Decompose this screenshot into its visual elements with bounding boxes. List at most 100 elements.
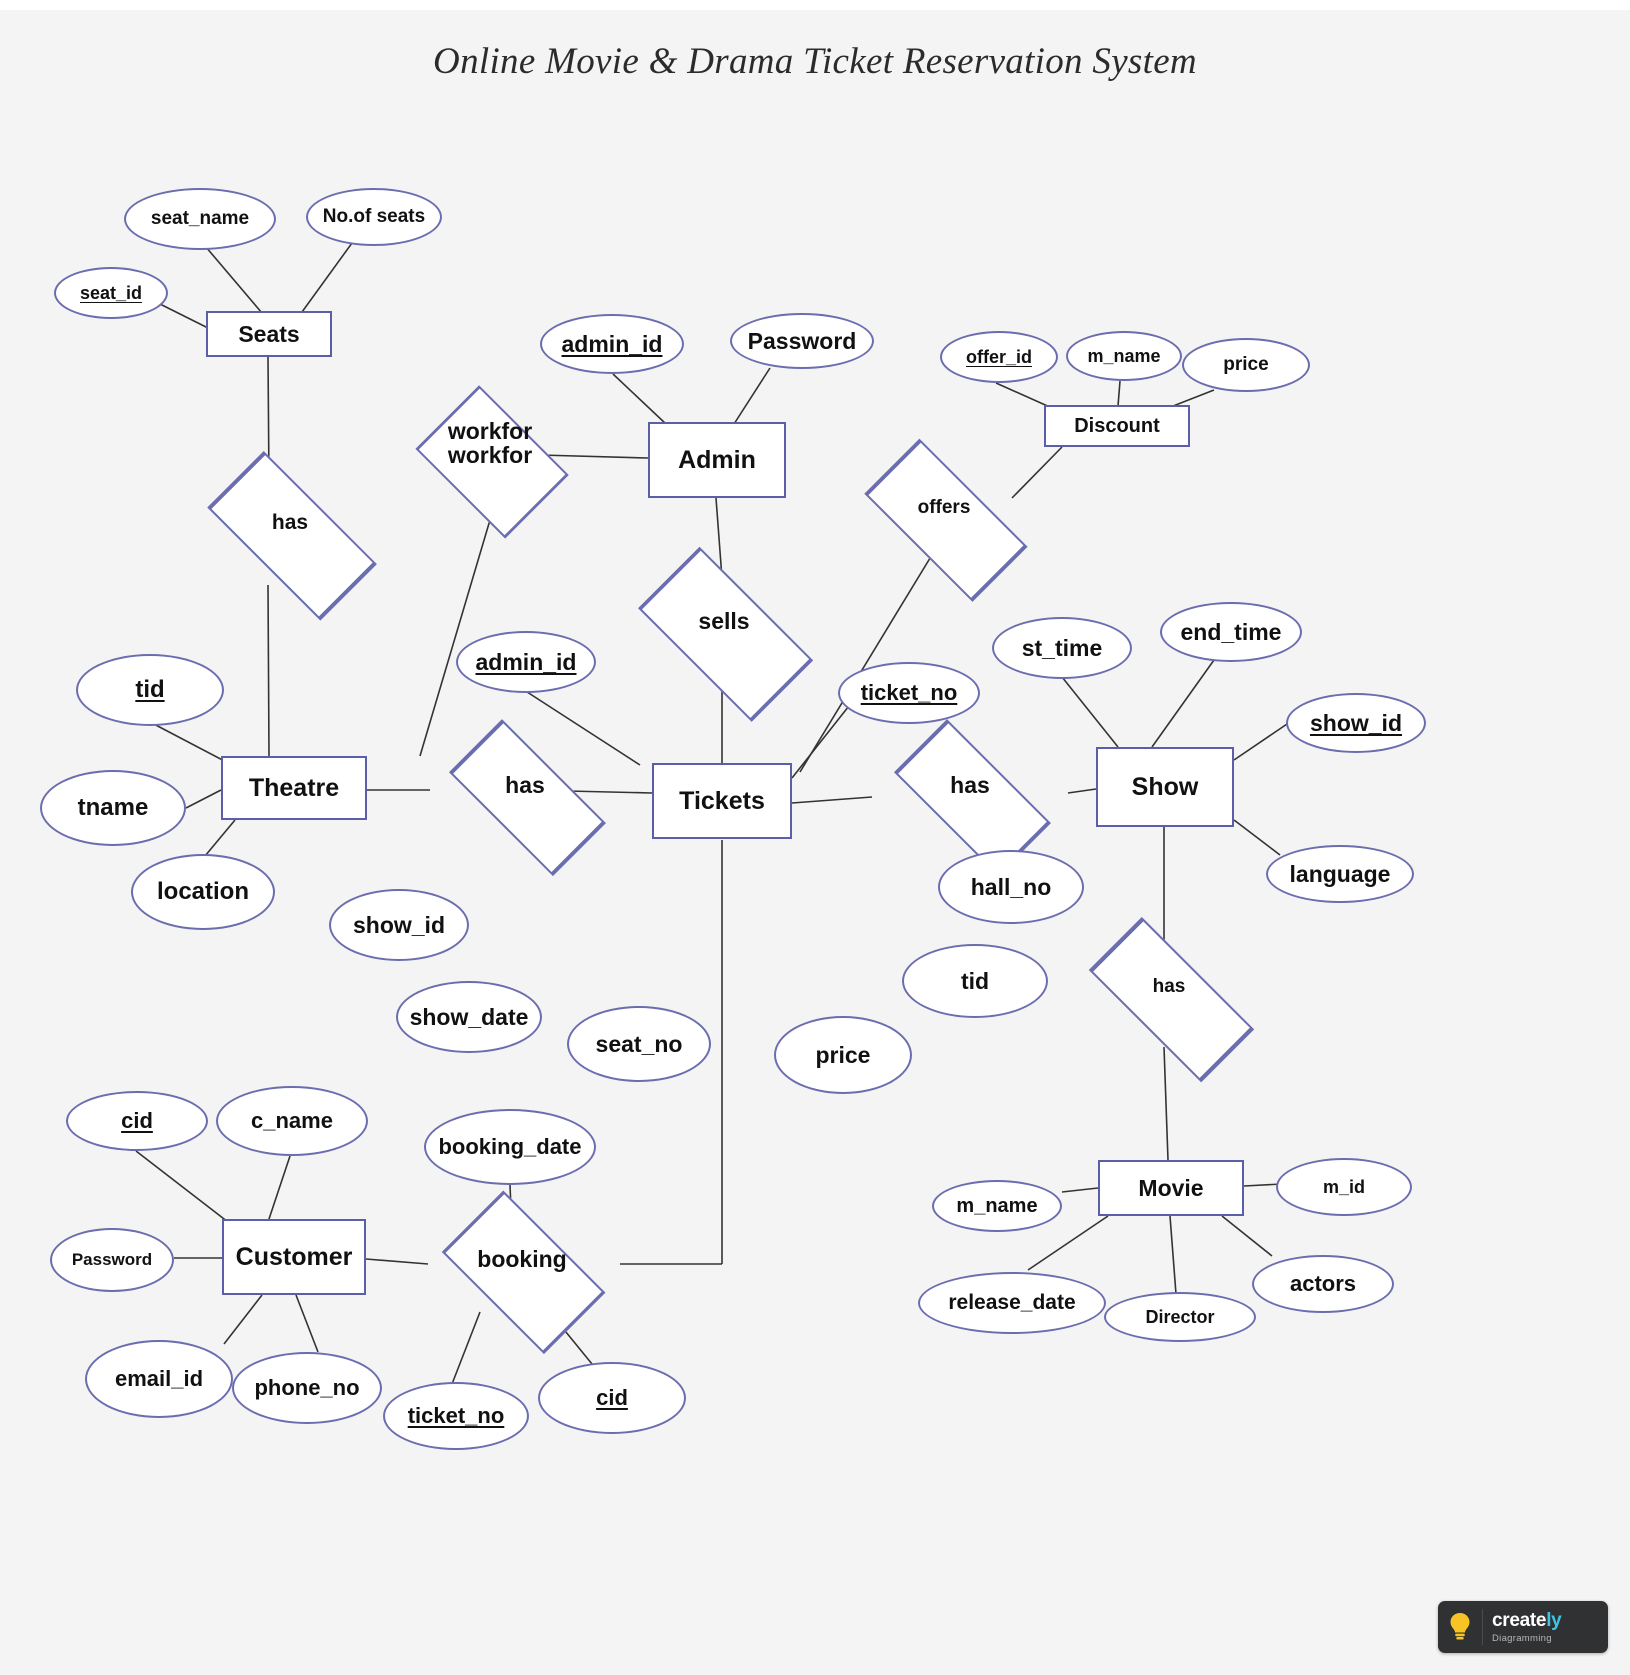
attribute-label: m_name — [956, 1194, 1038, 1217]
connector-line — [612, 373, 667, 425]
connector-line — [185, 789, 222, 809]
relationship-label: has — [950, 771, 990, 798]
attribute-cid_cust[interactable]: cid — [66, 1091, 208, 1151]
entity-theatre[interactable]: Theatre — [221, 756, 367, 820]
attribute-label: show_id — [1309, 709, 1402, 736]
attribute-ticket_no_tkt[interactable]: ticket_no — [838, 662, 980, 724]
attribute-seat_id[interactable]: seat_id — [54, 267, 168, 319]
connector-line — [1169, 1215, 1177, 1295]
attribute-hall_no[interactable]: hall_no — [938, 850, 1084, 924]
attribute-label: price — [1223, 354, 1269, 376]
relationship-has_theatre_tickets[interactable]: has — [427, 718, 623, 876]
attribute-email_id[interactable]: email_id — [85, 1340, 233, 1418]
attribute-label: price — [815, 1041, 871, 1068]
attribute-language[interactable]: language — [1266, 845, 1414, 903]
watermark-brand: creately — [1492, 1610, 1562, 1631]
attribute-show_id_tkt[interactable]: show_id — [329, 889, 469, 961]
relationship-label: has — [505, 771, 545, 798]
attribute-tname[interactable]: tname — [40, 770, 186, 846]
attribute-phone_no[interactable]: phone_no — [232, 1352, 382, 1424]
attribute-c_name[interactable]: c_name — [216, 1086, 368, 1156]
attribute-label: hall_no — [970, 873, 1052, 900]
attribute-m_name_movie[interactable]: m_name — [932, 1180, 1062, 1232]
attribute-actors[interactable]: actors — [1252, 1255, 1394, 1313]
entity-label: Admin — [678, 445, 756, 474]
attribute-label: ticket_no — [860, 680, 958, 706]
entity-movie[interactable]: Movie — [1098, 1160, 1244, 1216]
attribute-label: booking_date — [438, 1134, 582, 1160]
connector-line — [135, 1150, 229, 1223]
attribute-label: location — [156, 878, 249, 906]
creately-watermark[interactable]: creately Diagramming — [1438, 1601, 1608, 1653]
entity-label: Tickets — [679, 786, 765, 815]
relationship-label: has — [271, 511, 309, 534]
attribute-password_adm[interactable]: Password — [730, 313, 874, 369]
connector-layer — [135, 239, 1291, 1385]
attribute-label: st_time — [1021, 634, 1103, 661]
attribute-no_of_seats[interactable]: No.of seats — [306, 188, 442, 246]
entity-tickets[interactable]: Tickets — [652, 763, 792, 839]
entity-label: Show — [1131, 772, 1199, 801]
relationship-has_seats_theatre[interactable]: has — [182, 450, 398, 622]
attribute-password_cust[interactable]: Password — [50, 1228, 174, 1292]
connector-line — [223, 1294, 263, 1345]
connector-line — [365, 1258, 429, 1265]
attribute-offer_id[interactable]: offer_id — [940, 331, 1058, 383]
connector-line — [1221, 1215, 1273, 1257]
attribute-end_time[interactable]: end_time — [1160, 602, 1302, 662]
attribute-director[interactable]: Director — [1104, 1292, 1256, 1342]
attribute-label: actors — [1289, 1271, 1357, 1297]
attribute-label: offer_id — [965, 346, 1032, 367]
attribute-m_id[interactable]: m_id — [1276, 1158, 1412, 1216]
attribute-label: cid — [596, 1385, 628, 1411]
connector-line — [1151, 659, 1215, 748]
connector-line — [1233, 819, 1281, 856]
connector-line — [204, 819, 236, 857]
attribute-label: seat_id — [79, 282, 143, 303]
attribute-m_name_disc[interactable]: m_name — [1066, 331, 1182, 381]
entity-customer[interactable]: Customer — [222, 1219, 366, 1295]
relationship-offers[interactable]: offers — [842, 438, 1046, 602]
attribute-label: admin_id — [561, 330, 663, 357]
entity-admin[interactable]: Admin — [648, 422, 786, 498]
relationship-sells[interactable]: sells — [615, 546, 833, 724]
connector-line — [149, 721, 233, 766]
connector-line — [1233, 721, 1291, 761]
attribute-seat_no[interactable]: seat_no — [567, 1006, 711, 1082]
attribute-show_id_show[interactable]: show_id — [1286, 693, 1426, 753]
attribute-tid_tkt[interactable]: tid — [902, 944, 1048, 1018]
attribute-label: email_id — [114, 1366, 204, 1392]
connector-line — [1061, 1187, 1099, 1193]
relationship-workfor[interactable]: workfor workfor — [404, 385, 576, 539]
entity-discount[interactable]: Discount — [1044, 405, 1190, 447]
attribute-label: tid — [135, 676, 165, 704]
connector-line — [267, 584, 270, 757]
attribute-price_tkt[interactable]: price — [774, 1016, 912, 1094]
attribute-release_date[interactable]: release_date — [918, 1272, 1106, 1334]
attribute-label: end_time — [1180, 618, 1282, 645]
attribute-admin_id_tkt[interactable]: admin_id — [456, 631, 596, 693]
connector-line — [1163, 1046, 1169, 1161]
relationship-has_tickets_show[interactable]: has — [872, 718, 1068, 876]
relationship-label: offers — [917, 496, 971, 518]
attribute-price_disc[interactable]: price — [1182, 338, 1310, 392]
attribute-tid_theatre[interactable]: tid — [76, 654, 224, 726]
connector-line — [1067, 788, 1097, 794]
attribute-admin_id_top[interactable]: admin_id — [540, 314, 684, 374]
attribute-booking_date[interactable]: booking_date — [424, 1109, 596, 1185]
attribute-location[interactable]: location — [131, 854, 275, 930]
attribute-cid_bk[interactable]: cid — [538, 1362, 686, 1434]
attribute-seat_name[interactable]: seat_name — [124, 188, 276, 250]
attribute-show_date[interactable]: show_date — [396, 981, 542, 1053]
attribute-ticket_no_bk[interactable]: ticket_no — [383, 1382, 529, 1450]
entity-label: Seats — [238, 320, 300, 347]
relationship-booking[interactable]: booking — [424, 1190, 620, 1356]
entity-seats[interactable]: Seats — [206, 311, 332, 357]
entity-label: Discount — [1074, 414, 1160, 437]
attribute-label: Password — [747, 327, 857, 354]
attribute-label: Director — [1145, 1306, 1215, 1327]
relationship-label: booking — [477, 1245, 567, 1272]
relationship-has_show_movie[interactable]: has — [1063, 916, 1275, 1082]
attribute-st_time[interactable]: st_time — [992, 617, 1132, 679]
entity-show[interactable]: Show — [1096, 747, 1234, 827]
